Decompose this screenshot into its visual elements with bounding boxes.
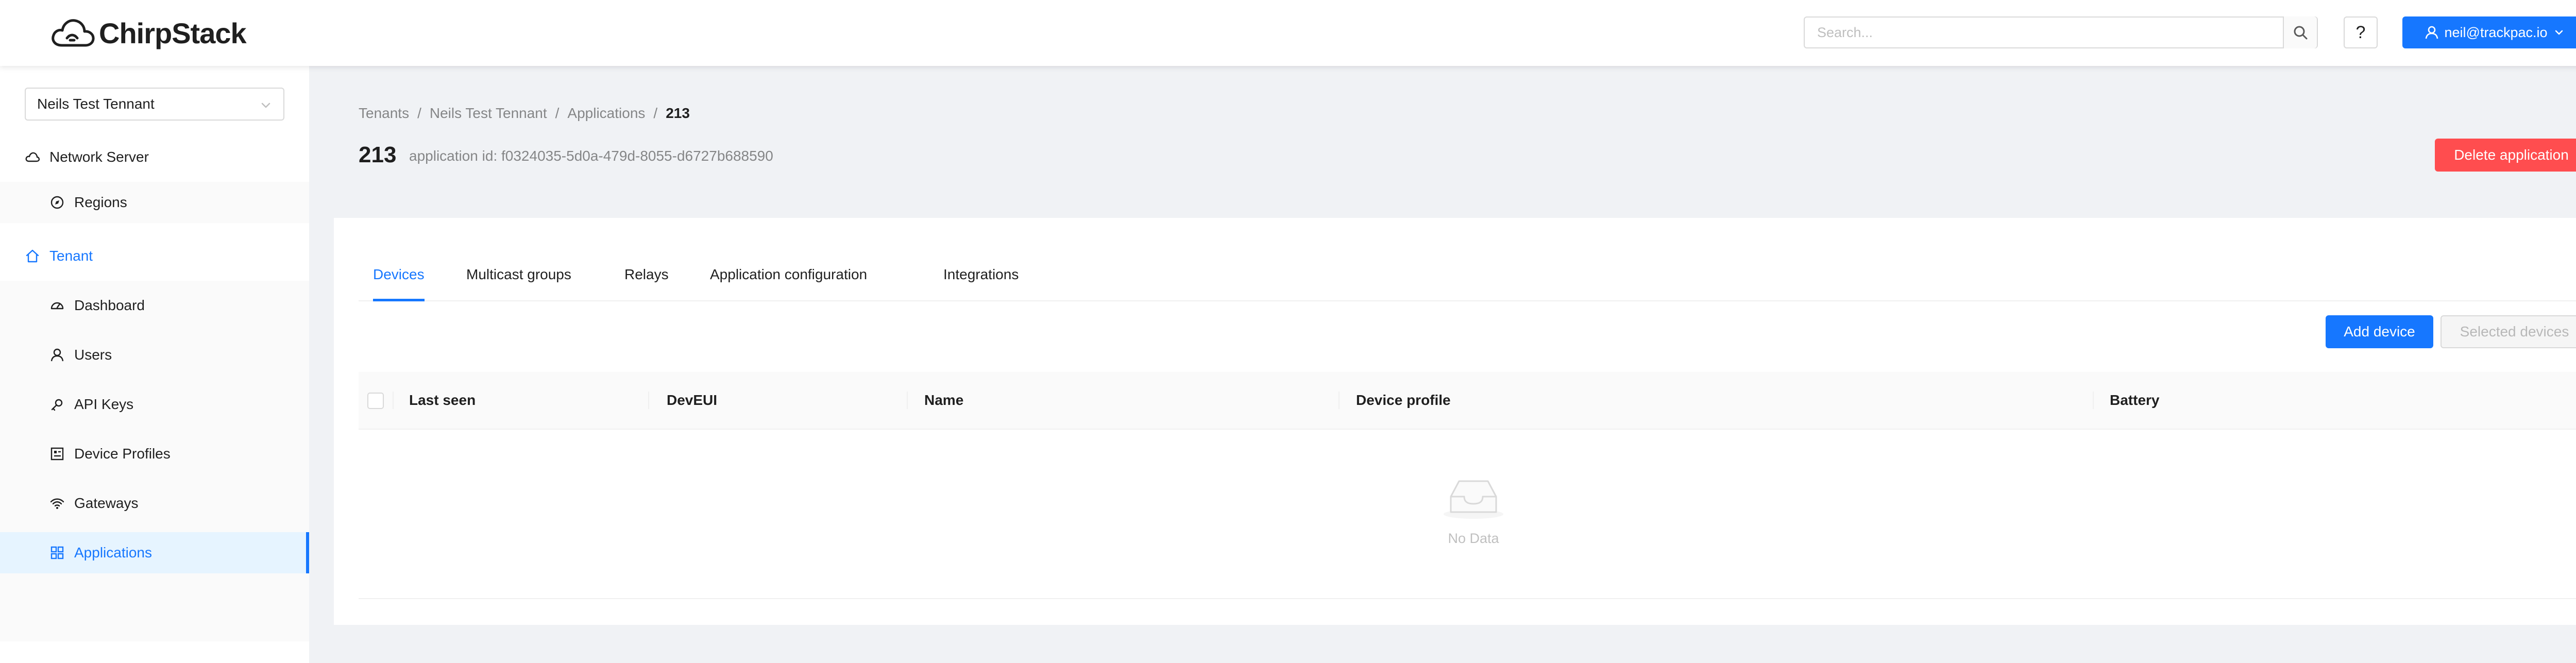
column-separator	[393, 392, 394, 409]
cloud-icon	[25, 149, 40, 165]
tenant-select[interactable]: Neils Test Tennant	[25, 88, 284, 121]
dashboard-icon	[49, 298, 65, 313]
tenant-select-value: Neils Test Tennant	[37, 96, 155, 112]
column-header-device-profile[interactable]: Device profile	[1356, 372, 1451, 429]
sidebar-item-regions[interactable]: Regions	[0, 182, 309, 223]
breadcrumb-separator: /	[653, 105, 658, 121]
empty-text: No Data	[1448, 531, 1499, 546]
table-empty-state: No Data	[359, 430, 2576, 599]
sidebar-item-gateways[interactable]: Gateways	[0, 483, 309, 524]
help-button[interactable]: ?	[2344, 16, 2378, 48]
appstore-icon	[49, 545, 65, 560]
column-header-last-seen[interactable]: Last seen	[409, 372, 476, 429]
select-all-checkbox[interactable]	[367, 393, 384, 409]
sidebar-item-applications[interactable]: Applications	[0, 532, 309, 573]
global-search	[1804, 16, 2318, 48]
top-header: ChirpStack ? neil@trackpac.io	[0, 0, 2576, 66]
column-separator	[907, 392, 908, 409]
column-header-deveui[interactable]: DevEUI	[667, 372, 717, 429]
tab-devices[interactable]: Devices	[373, 249, 425, 301]
chevron-down-icon	[261, 103, 270, 108]
devices-table: Last seen DevEUI Name Device profile Bat…	[359, 372, 2576, 600]
menu-group-tenant[interactable]: Tenant	[0, 231, 309, 281]
sidebar-item-label: Applications	[74, 545, 152, 560]
breadcrumb-separator: /	[555, 105, 560, 121]
sidebar-item-users[interactable]: Users	[0, 334, 309, 376]
tab-relays[interactable]: Relays	[624, 249, 669, 300]
chirpstack-logo[interactable]: ChirpStack	[49, 13, 247, 53]
sidebar-item-label: Gateways	[74, 495, 139, 511]
menu-group-label: Tenant	[49, 248, 93, 264]
user-menu-button[interactable]: neil@trackpac.io	[2402, 16, 2576, 48]
column-header-battery[interactable]: Battery	[2110, 372, 2159, 429]
column-header-name[interactable]: Name	[924, 372, 963, 429]
key-icon	[49, 397, 65, 412]
sidebar-item-api-keys[interactable]: API Keys	[0, 384, 309, 425]
sidebar-item-label: Device Profiles	[74, 446, 171, 462]
home-icon	[25, 248, 40, 264]
sidebar-item-dashboard[interactable]: Dashboard	[0, 285, 309, 326]
breadcrumb-link-applications[interactable]: Applications	[567, 105, 645, 122]
sidebar-item-label: Users	[74, 347, 112, 363]
menu-group-network-server[interactable]: Network Server	[0, 132, 309, 182]
sidebar-item-label: API Keys	[74, 396, 134, 412]
empty-inbox-icon	[1444, 480, 1503, 519]
question-icon: ?	[2355, 22, 2366, 42]
tab-multicast-groups[interactable]: Multicast groups	[466, 249, 571, 300]
breadcrumb-separator: /	[417, 105, 421, 121]
breadcrumb-link-tenant[interactable]: Neils Test Tennant	[430, 105, 547, 122]
tab-bar: Devices Multicast groups Relays Applicat…	[359, 249, 2576, 301]
user-email: neil@trackpac.io	[2444, 24, 2548, 40]
search-button[interactable]	[2283, 16, 2317, 48]
menu-group-label: Network Server	[49, 149, 149, 165]
content-card: Devices Multicast groups Relays Applicat…	[334, 218, 2576, 625]
breadcrumb-current: 213	[666, 105, 690, 121]
search-icon	[2294, 26, 2308, 40]
sidebar-item-label: Regions	[74, 194, 127, 210]
user-icon	[2425, 26, 2438, 39]
delete-application-button[interactable]: Delete application	[2435, 139, 2576, 172]
column-separator	[2093, 392, 2094, 409]
user-icon	[49, 347, 65, 363]
sidebar-item-device-profiles[interactable]: Device Profiles	[0, 433, 309, 474]
table-header: Last seen DevEUI Name Device profile Bat…	[359, 372, 2576, 430]
add-device-button[interactable]: Add device	[2326, 315, 2433, 348]
sidebar-item-label: Dashboard	[74, 297, 145, 313]
compass-icon	[49, 195, 65, 210]
tab-integrations[interactable]: Integrations	[943, 249, 1019, 300]
breadcrumb: Tenants / Neils Test Tennant / Applicati…	[359, 105, 690, 122]
chevron-down-icon	[2555, 30, 2563, 35]
wifi-icon	[49, 496, 65, 511]
logo-text: ChirpStack	[99, 16, 247, 49]
cloud-logo-icon	[52, 19, 95, 47]
column-separator	[1338, 392, 1340, 409]
sidebar: Neils Test Tennant Network Server Region…	[0, 66, 309, 663]
tab-application-configuration[interactable]: Application configuration	[710, 249, 867, 300]
page-subtitle: application id: f0324035-5d0a-479d-8055-…	[409, 148, 773, 164]
page-title: 213	[359, 142, 397, 167]
column-separator	[648, 392, 649, 409]
selected-devices-button: Selected devices	[2441, 315, 2576, 348]
profile-icon	[49, 446, 65, 462]
search-input[interactable]	[1805, 18, 2285, 47]
breadcrumb-link-tenants[interactable]: Tenants	[359, 105, 409, 122]
